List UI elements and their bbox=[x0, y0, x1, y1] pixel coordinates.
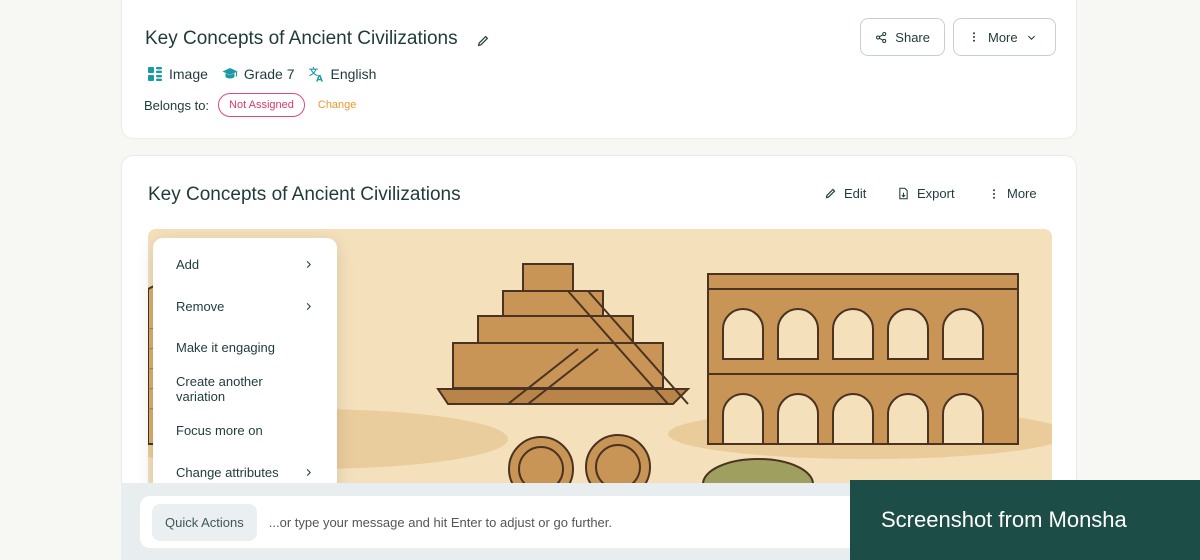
meta-grade-label: Grade 7 bbox=[243, 66, 295, 82]
meta-type-label: Image bbox=[169, 66, 208, 82]
edit-button[interactable]: Edit bbox=[824, 186, 866, 201]
export-label: Export bbox=[917, 186, 955, 201]
menu-item-label: Add bbox=[176, 257, 200, 273]
pencil-icon bbox=[825, 188, 836, 199]
resource-title: Key Concepts of Ancient Civilizations bbox=[145, 28, 458, 49]
quick-actions-menu: Add Remove Make it engaging Create anoth… bbox=[153, 238, 337, 497]
menu-item-create-variation[interactable]: Create another variation bbox=[153, 369, 337, 411]
resource-title-row: Key Concepts of Ancient Civilizations bbox=[145, 28, 490, 50]
monsha-watermark: Screenshot from Monsha bbox=[850, 480, 1200, 560]
menu-item-label: Create another variation bbox=[176, 374, 263, 405]
edit-label: Edit bbox=[844, 186, 867, 201]
content-title: Key Concepts of Ancient Civilizations bbox=[148, 184, 461, 205]
export-button[interactable]: Export bbox=[897, 186, 955, 201]
more-label: More bbox=[988, 29, 1018, 45]
meta-type: Image bbox=[147, 66, 208, 82]
graduation-cap-icon bbox=[222, 68, 238, 79]
vertical-dots-icon bbox=[993, 188, 995, 199]
menu-item-remove[interactable]: Remove bbox=[153, 286, 337, 328]
content-more-label: More bbox=[1007, 186, 1037, 201]
menu-item-make-engaging[interactable]: Make it engaging bbox=[153, 327, 337, 369]
menu-item-label: Focus more on bbox=[176, 423, 263, 439]
menu-item-label: Change attributes bbox=[176, 464, 279, 480]
aqueduct-drawing bbox=[707, 273, 1019, 445]
meta-grade: Grade 7 bbox=[222, 66, 295, 82]
svg-text:A: A bbox=[316, 75, 323, 83]
message-input-placeholder[interactable]: ...or type your message and hit Enter to… bbox=[269, 515, 612, 530]
chevron-down-icon bbox=[1027, 35, 1035, 40]
meta-language: 文A English bbox=[309, 66, 377, 82]
export-file-icon bbox=[899, 187, 908, 200]
translate-icon: 文A bbox=[309, 66, 323, 83]
chevron-right-icon bbox=[306, 261, 311, 269]
share-button[interactable]: Share bbox=[860, 18, 945, 56]
menu-item-label: Make it engaging bbox=[176, 340, 276, 356]
image-type-icon bbox=[148, 67, 162, 81]
menu-item-focus-more-on[interactable]: Focus more on bbox=[153, 410, 337, 452]
edit-title-pencil-icon[interactable] bbox=[476, 32, 490, 47]
not-assigned-badge: Not Assigned bbox=[218, 93, 305, 117]
quick-actions-button[interactable]: Quick Actions bbox=[152, 503, 257, 541]
share-icon bbox=[876, 31, 887, 43]
chevron-right-icon bbox=[306, 302, 311, 310]
resource-header-card: Key Concepts of Ancient Civilizations Im… bbox=[121, 0, 1077, 139]
belongs-to-row: Belongs to: Not Assigned Change bbox=[144, 93, 356, 117]
content-more-button[interactable]: More bbox=[988, 186, 1037, 201]
menu-item-label: Remove bbox=[176, 298, 225, 314]
more-button[interactable]: More bbox=[953, 18, 1056, 56]
menu-item-add[interactable]: Add bbox=[153, 244, 337, 286]
meta-language-label: English bbox=[330, 66, 377, 82]
share-label: Share bbox=[895, 29, 930, 45]
belongs-to-label: Belongs to: bbox=[144, 97, 210, 113]
vertical-dots-icon bbox=[973, 32, 975, 42]
chevron-right-icon bbox=[306, 468, 311, 476]
resource-meta: Image Grade 7 文A English bbox=[147, 66, 376, 82]
change-link[interactable]: Change bbox=[318, 99, 357, 111]
